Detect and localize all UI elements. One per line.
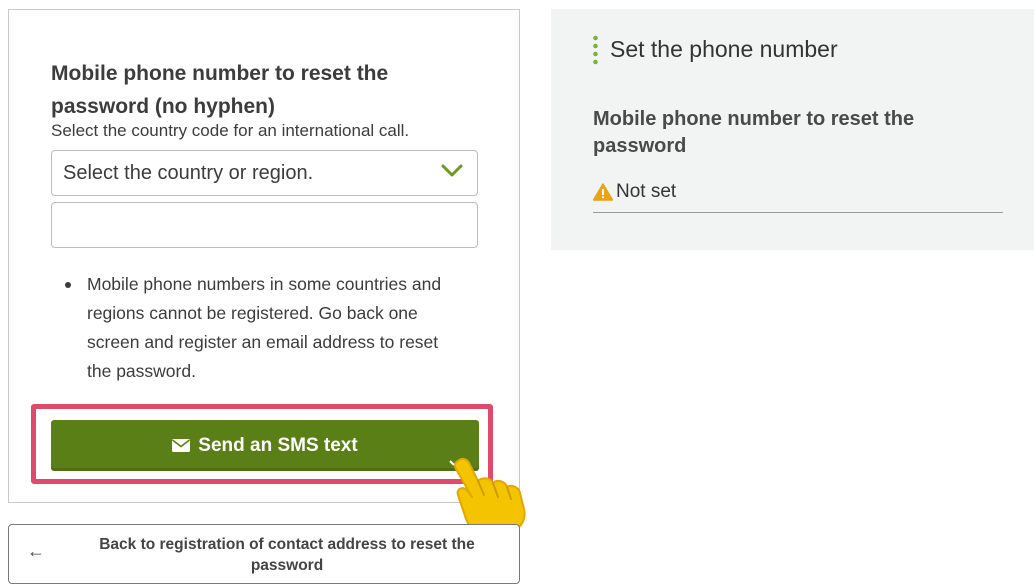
notes-list: Mobile phone numbers in some countries a… — [63, 270, 463, 386]
back-button-label: Back to registration of contact address … — [99, 536, 475, 574]
summary-field-label: Mobile phone number to reset the passwor… — [593, 108, 915, 157]
send-sms-button[interactable]: Send an SMS text — [51, 420, 479, 471]
phone-form-card: Mobile phone number to reset the passwor… — [8, 9, 520, 503]
phone-number-input[interactable] — [51, 202, 478, 248]
warning-icon — [593, 183, 613, 201]
dots-vertical-icon — [593, 35, 598, 65]
summary-panel: Set the phone number Mobile phone number… — [551, 9, 1034, 250]
field-title: Mobile phone number to reset the passwor… — [51, 62, 389, 118]
country-select[interactable]: Select the country or region. — [51, 150, 478, 196]
note-item: Mobile phone numbers in some countries a… — [63, 270, 463, 386]
field-hint: Select the country code for an internati… — [51, 121, 410, 140]
country-select-value: Select the country or region. — [63, 162, 314, 184]
status-text: Not set — [616, 181, 677, 202]
divider — [593, 212, 1003, 213]
send-sms-label: Send an SMS text — [198, 434, 358, 456]
chevron-down-icon — [441, 164, 463, 177]
back-button[interactable]: ← Back to registration of contact addres… — [8, 524, 520, 584]
status-row: Not set — [593, 181, 676, 203]
envelope-icon — [172, 439, 191, 452]
arrow-left-icon: ← — [27, 541, 45, 561]
summary-heading: Set the phone number — [610, 36, 838, 62]
